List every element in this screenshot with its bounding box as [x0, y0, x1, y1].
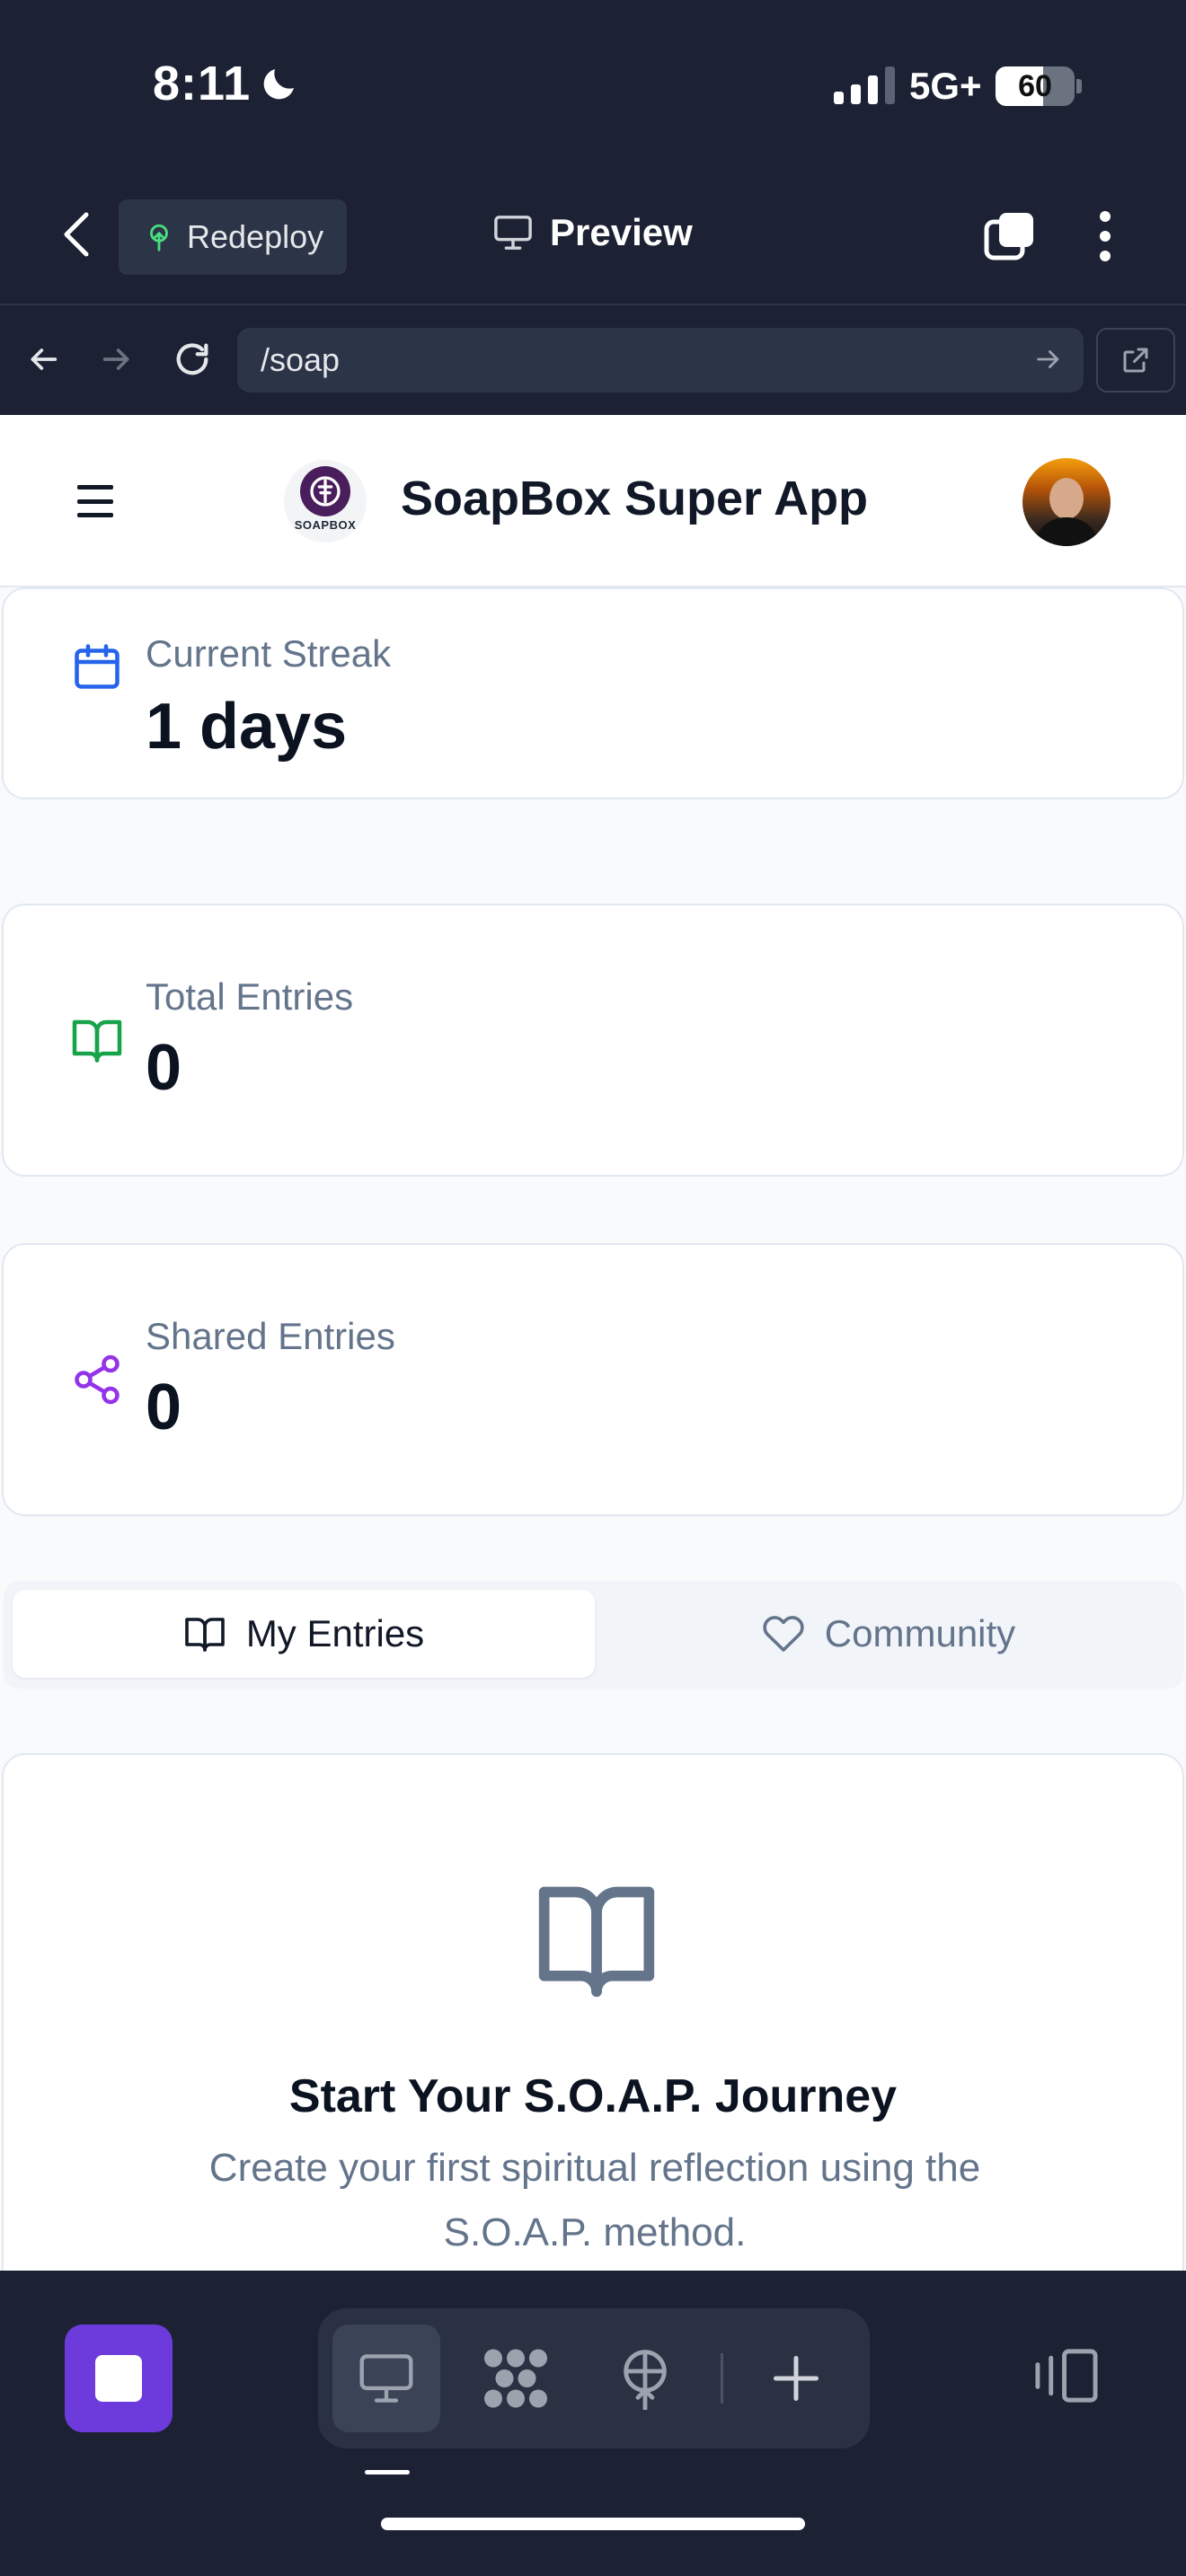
menu-icon[interactable]: [77, 485, 113, 517]
monitor-icon: [359, 2354, 413, 2403]
external-link-icon: [1123, 348, 1148, 373]
back-button[interactable]: [54, 207, 99, 261]
app-logo[interactable]: SOAPBOX: [284, 460, 367, 543]
reload-icon: [176, 343, 208, 375]
deploy-icon: [624, 2350, 667, 2410]
avatar[interactable]: [1022, 458, 1111, 546]
logo-text: SOAPBOX: [294, 517, 357, 532]
tab-community[interactable]: Community: [602, 1590, 1175, 1678]
dock-group: [318, 2308, 870, 2448]
dock-add-button[interactable]: [742, 2325, 850, 2432]
reload-button[interactable]: [165, 332, 219, 386]
app-title: SoapBox Super App: [401, 472, 869, 525]
dock-preview-button[interactable]: [332, 2325, 440, 2432]
redeploy-label: Redeploy: [187, 218, 324, 255]
empty-state-card: Start Your S.O.A.P. Journey Create your …: [2, 1753, 1184, 2271]
redeploy-button[interactable]: Redeploy: [119, 199, 347, 275]
url-bar: /soap: [0, 305, 1186, 415]
tabs-icon[interactable]: [981, 207, 1039, 265]
home-indicator: [381, 2518, 805, 2530]
arrow-right-icon: [102, 348, 129, 370]
preview-label: Preview: [550, 211, 693, 253]
back-icon: [64, 212, 89, 257]
stop-icon: [95, 2355, 142, 2402]
stat-card-total-entries: Total Entries 0: [2, 904, 1184, 1177]
nav-back-button[interactable]: [16, 332, 70, 386]
bottom-dock: [0, 2271, 1186, 2576]
share-icon: [75, 1354, 119, 1405]
status-time: 8:11: [153, 57, 252, 110]
panel-toggle-icon[interactable]: [1033, 2346, 1100, 2405]
status-time-group: 8:11: [153, 56, 301, 111]
entries-tabs: My Entries Community: [4, 1581, 1184, 1689]
battery-tip: [1076, 79, 1082, 93]
apps-grid-icon: [484, 2349, 547, 2408]
app-toolbar: Redeploy Preview: [0, 175, 1186, 305]
stat-value: 1 days: [146, 691, 348, 763]
calendar-icon: [75, 644, 119, 689]
monitor-icon: [494, 216, 532, 250]
status-bar: 8:11 5G+ 60: [0, 0, 1186, 175]
stat-label: Current Streak: [146, 632, 392, 675]
dock-deploy-button[interactable]: [591, 2325, 699, 2432]
stat-label: Total Entries: [146, 975, 354, 1018]
tab-my-entries[interactable]: My Entries: [13, 1590, 595, 1678]
more-icon[interactable]: [1087, 207, 1123, 265]
dock-apps-button[interactable]: [462, 2325, 570, 2432]
empty-state-title: Start Your S.O.A.P. Journey: [288, 2070, 898, 2122]
url-text: /soap: [261, 341, 341, 378]
logo-mark: [300, 465, 350, 516]
app-header: SOAPBOX SoapBox Super App: [0, 415, 1186, 587]
signal-icon: [834, 65, 895, 104]
empty-state-subtitle: Create your first spiritual reflection u…: [208, 2146, 981, 2254]
stat-card-shared-entries: Shared Entries 0: [2, 1243, 1184, 1516]
open-external-button[interactable]: [1096, 328, 1175, 393]
tab-label: My Entries: [245, 1612, 425, 1654]
book-open-icon: [72, 1019, 122, 1063]
redeploy-icon: [150, 224, 168, 251]
network-type: 5G+: [909, 65, 982, 107]
battery-percent: 60: [1018, 69, 1052, 103]
nav-forward-button[interactable]: [90, 332, 144, 386]
stat-value: 0: [146, 1372, 182, 1443]
book-open-icon: [538, 1886, 655, 1998]
dock-separator: [721, 2353, 723, 2404]
web-content: SOAPBOX SoapBox Super App Current Streak…: [0, 415, 1186, 2271]
battery-icon: 60: [996, 66, 1075, 106]
preview-tab[interactable]: Preview: [492, 211, 693, 254]
stop-button[interactable]: [65, 2325, 173, 2432]
book-open-icon: [185, 1618, 225, 1652]
dock-active-indicator: [365, 2470, 410, 2475]
stat-card-current-streak: Current Streak 1 days: [2, 587, 1184, 799]
arrow-left-icon: [31, 348, 58, 370]
tab-label: Community: [824, 1612, 1016, 1654]
stat-value: 0: [146, 1032, 182, 1104]
heart-icon: [763, 1616, 804, 1652]
stat-label: Shared Entries: [146, 1315, 395, 1357]
go-arrow-icon[interactable]: [1033, 344, 1064, 375]
url-input[interactable]: /soap: [237, 328, 1084, 393]
moon-icon: [263, 69, 295, 100]
plus-icon: [774, 2356, 819, 2401]
